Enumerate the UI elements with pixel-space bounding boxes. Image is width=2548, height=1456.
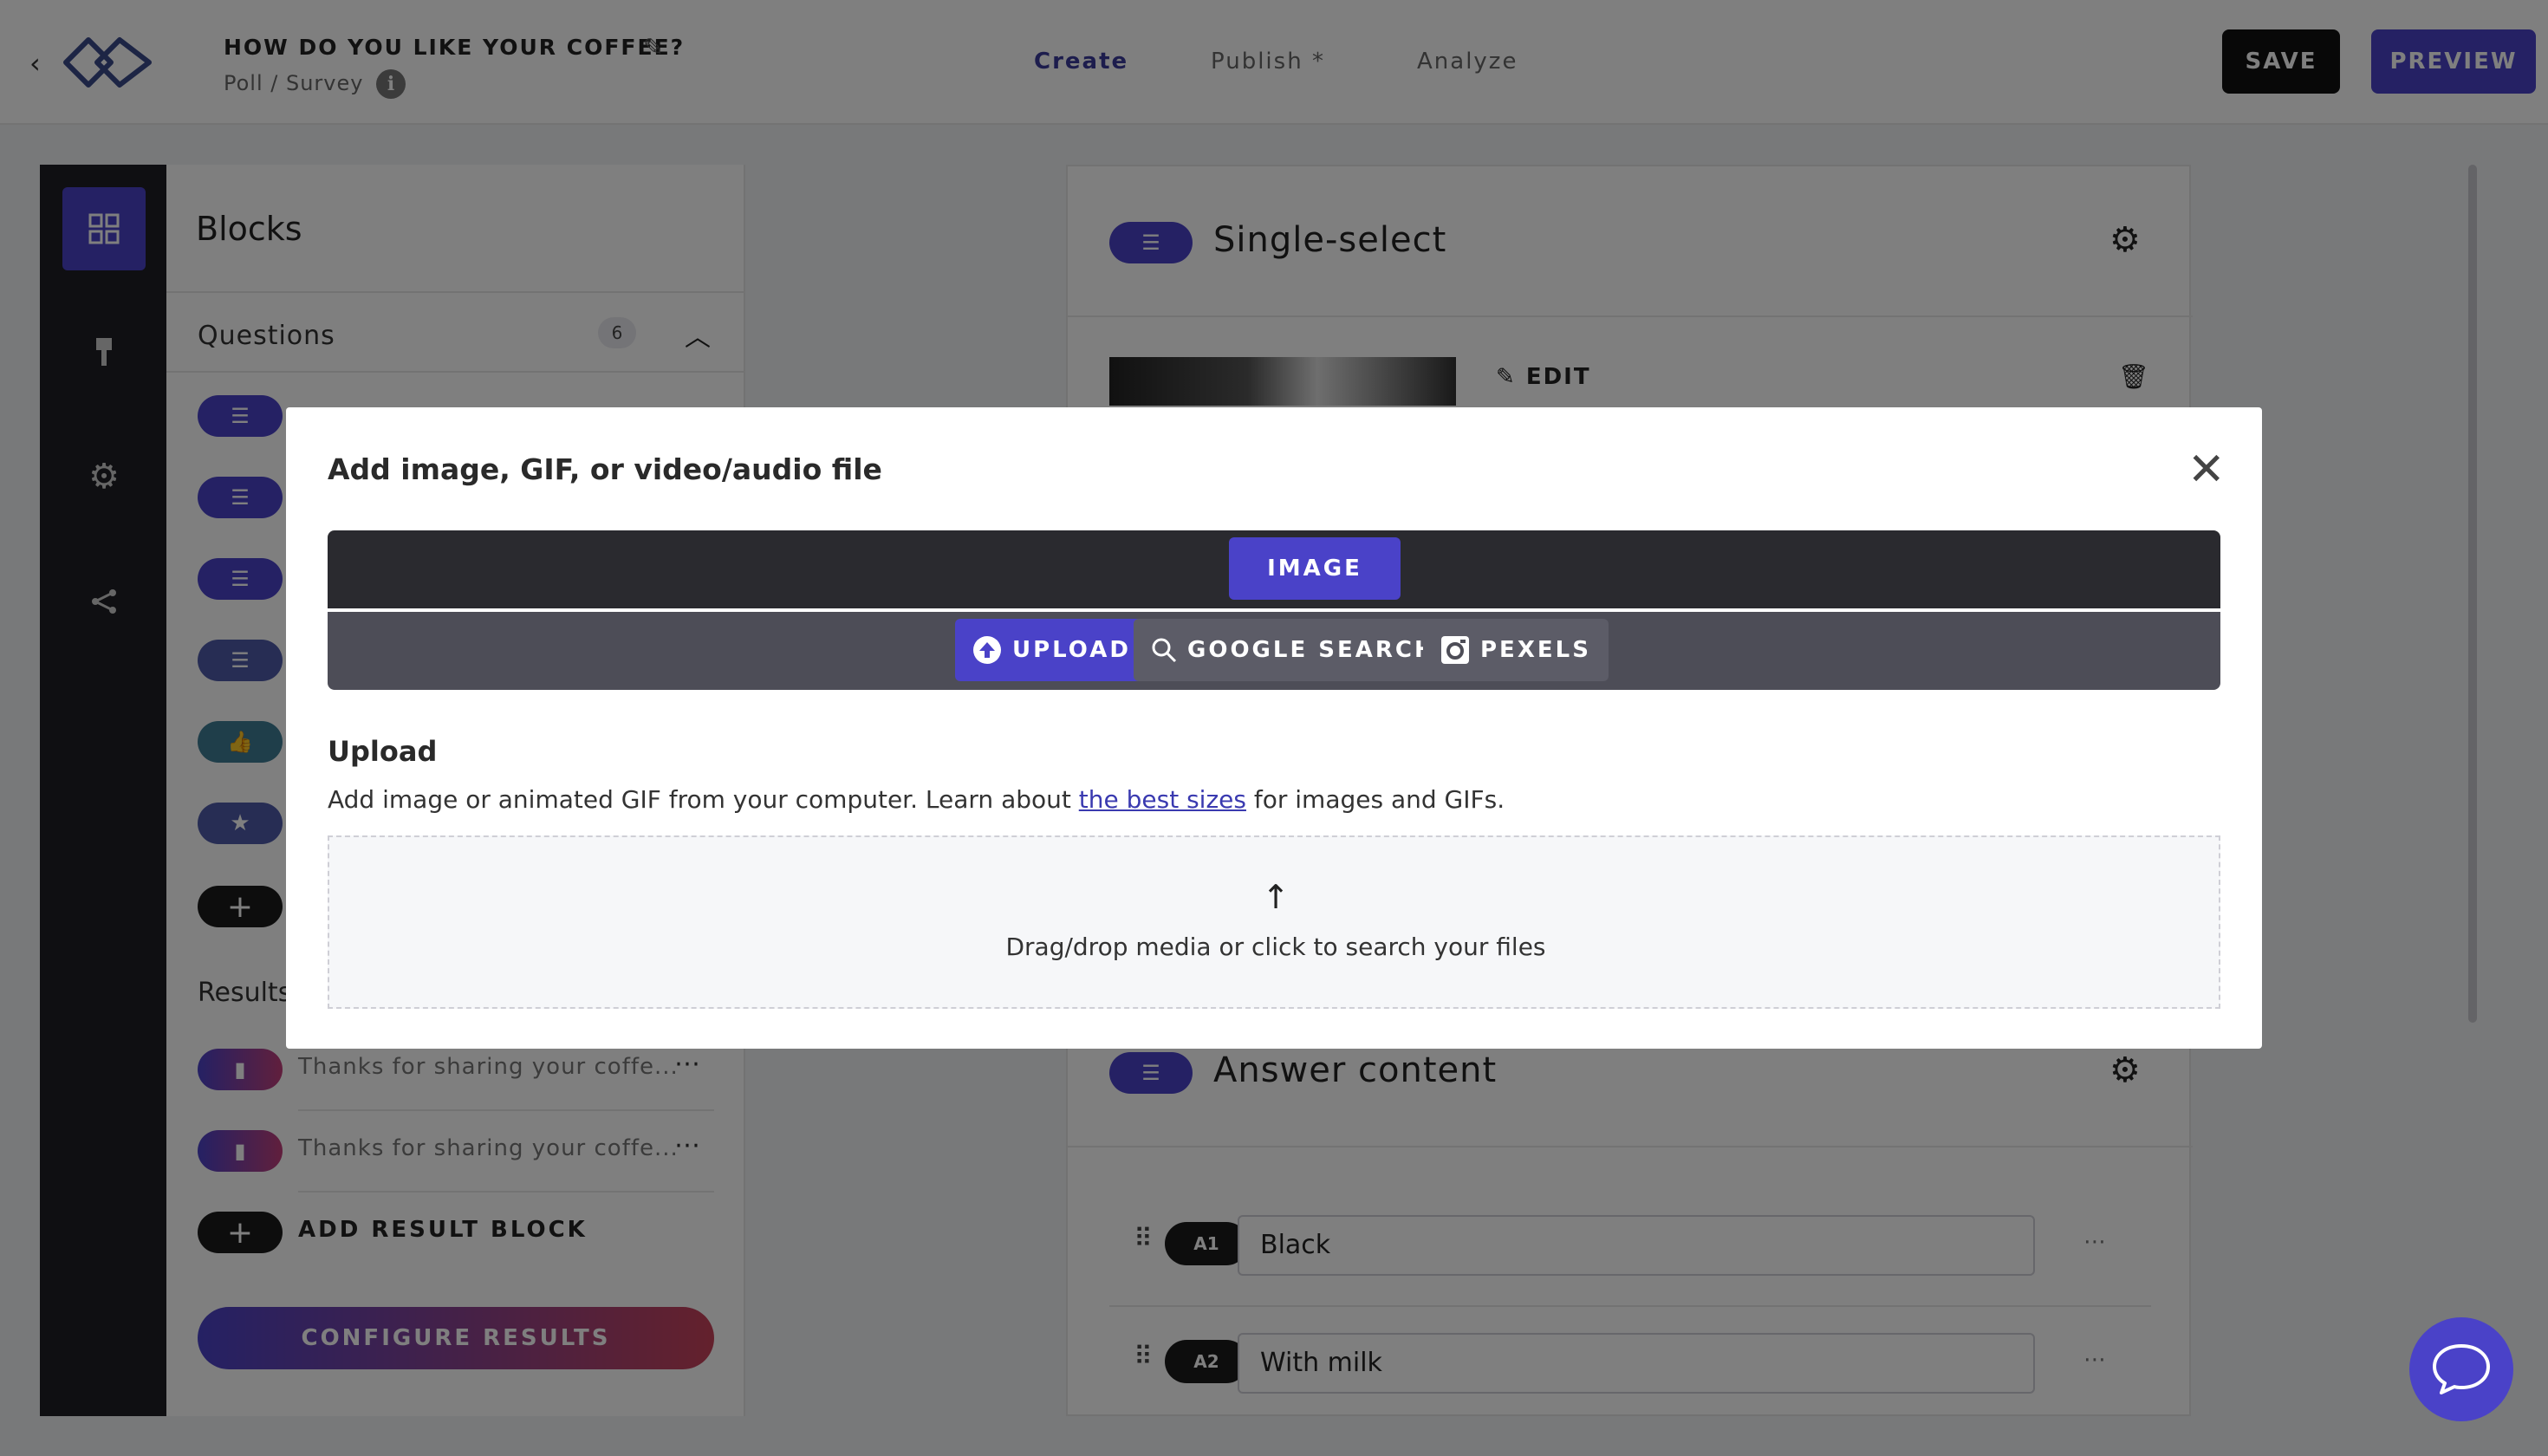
- search-icon: [1152, 638, 1177, 663]
- media-type-tabs: IMAGE: [328, 530, 2220, 608]
- add-media-modal: Add image, GIF, or video/audio file ✕ IM…: [286, 407, 2262, 1049]
- chat-icon: [2433, 1344, 2490, 1394]
- upload-desc-text-end: for images and GIFs.: [1245, 785, 1505, 814]
- tab-upload-label: UPLOAD: [1012, 637, 1131, 663]
- dropzone-text: Drag/drop media or click to search your …: [1005, 933, 1546, 961]
- tab-google-search[interactable]: GOOGLE SEARCH: [1134, 619, 1453, 681]
- tab-pexels-label: PEXELS: [1480, 637, 1591, 663]
- tab-google-search-label: GOOGLE SEARCH: [1187, 637, 1436, 663]
- tab-image[interactable]: IMAGE: [1229, 537, 1401, 600]
- upload-desc-text: Add image or animated GIF from your comp…: [328, 785, 1079, 814]
- arrow-up-icon: ↑: [1262, 878, 1290, 916]
- chat-button[interactable]: [2409, 1317, 2513, 1421]
- source-tabs: UPLOAD GOOGLE SEARCH PEXELS: [328, 612, 2220, 690]
- upload-description: Add image or animated GIF from your comp…: [328, 785, 1505, 814]
- tab-upload[interactable]: UPLOAD: [955, 619, 1148, 681]
- upload-icon: [973, 636, 1001, 664]
- camera-icon: [1441, 636, 1469, 664]
- file-dropzone[interactable]: ↑ Drag/drop media or click to search you…: [328, 835, 2220, 1009]
- close-icon[interactable]: ✕: [2187, 447, 2226, 492]
- tab-pexels[interactable]: PEXELS: [1423, 619, 1609, 681]
- modal-title: Add image, GIF, or video/audio file: [328, 452, 882, 486]
- upload-section-title: Upload: [328, 735, 438, 768]
- best-sizes-link[interactable]: the best sizes: [1079, 785, 1246, 814]
